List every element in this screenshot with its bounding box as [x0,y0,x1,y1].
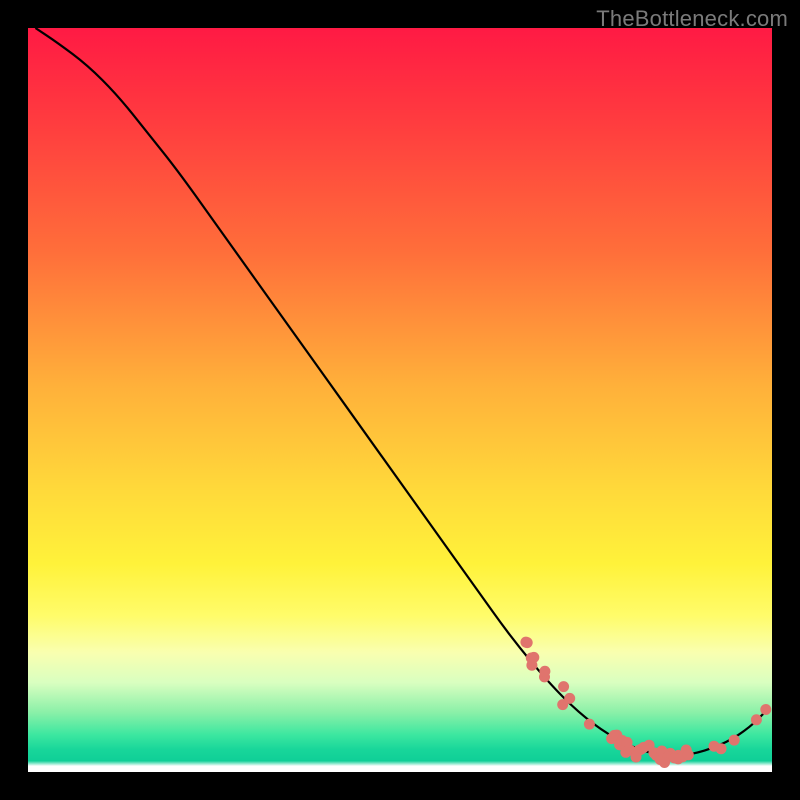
data-point [617,735,628,746]
data-point [648,747,659,758]
data-point [729,735,740,746]
data-point [663,751,674,762]
data-point [673,750,684,761]
data-point [666,750,677,761]
data-point [657,746,668,757]
data-point [636,744,647,755]
bottleneck-curve [28,28,772,772]
data-point [606,733,617,744]
data-point [644,740,655,751]
data-point [584,719,595,730]
data-point [683,749,694,760]
data-point [651,750,662,761]
data-point [665,748,676,759]
data-point [681,745,692,756]
plot-area [28,28,772,772]
data-point [558,681,569,692]
data-point [526,660,537,671]
data-point [564,693,575,704]
data-point [677,751,688,762]
data-point [520,637,531,648]
data-point [709,741,720,752]
data-point [751,714,762,725]
data-point [526,653,537,664]
data-point [622,737,633,748]
data-point [557,699,568,710]
data-point [625,745,636,756]
data-point [614,739,625,750]
data-point [631,752,642,763]
data-point [634,745,645,756]
data-point [669,753,680,764]
data-point [528,652,539,663]
data-point [651,749,662,760]
data-point [609,730,620,741]
data-point [522,637,533,648]
data-point [659,757,670,768]
data-point [611,730,622,741]
data-point [620,747,631,758]
data-point [655,754,666,765]
data-point [716,743,727,754]
chart-frame: TheBottleneck.com [0,0,800,800]
data-point [638,742,649,753]
data-point [656,746,667,757]
data-point [539,666,550,677]
data-point [673,753,684,764]
data-point [539,671,550,682]
data-point [760,704,771,715]
